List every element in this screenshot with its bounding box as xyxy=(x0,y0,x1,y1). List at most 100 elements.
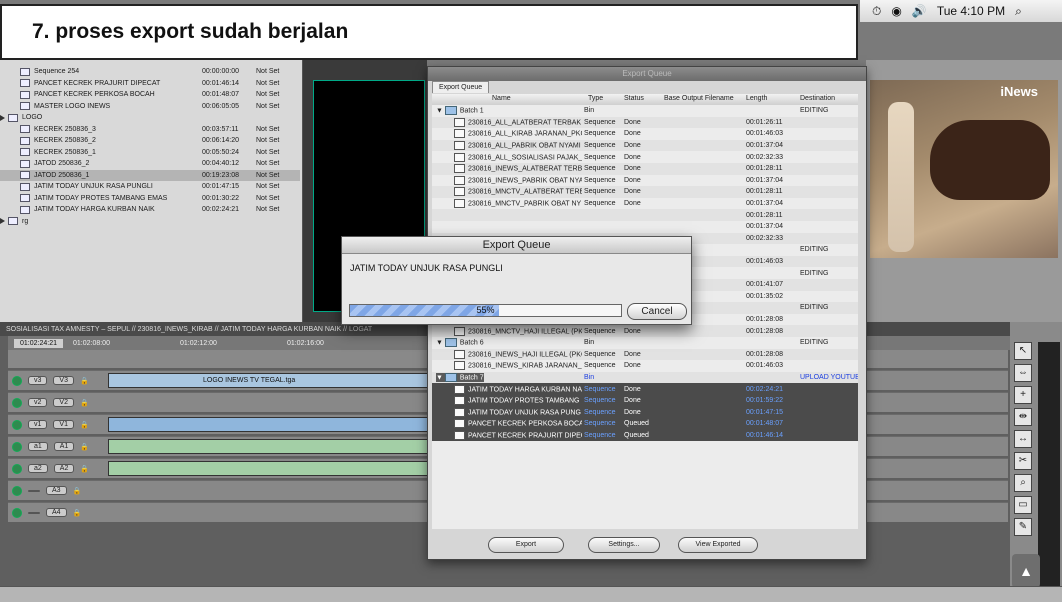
queue-row[interactable]: PANCET KECREK PERKOSA BOCAH Sequence Queue… xyxy=(432,418,858,430)
pen-tool-icon[interactable]: ✎ xyxy=(1014,518,1032,536)
audio-clip[interactable] xyxy=(108,461,428,476)
settings-button[interactable]: Settings... xyxy=(588,537,660,553)
disclosure-triangle-icon[interactable]: ▼ xyxy=(436,108,445,115)
queue-row[interactable]: 230816_MNCTV_PABRIK OBAT NY Sequence Done 0… xyxy=(432,198,858,210)
track-visibility-icon[interactable] xyxy=(12,375,22,386)
track-select-tool-icon[interactable]: + xyxy=(1014,386,1032,404)
browser-item[interactable]: PANCET KECREK PRAJURIT DIPECAT 00:01:46:1… xyxy=(0,78,300,90)
lock-icon[interactable]: 🔒 xyxy=(80,421,89,429)
batch-row[interactable]: ▼ Batch 7 Bin UPLOAD YOUTUB xyxy=(432,371,858,384)
queue-row[interactable]: 00:01:28:11 xyxy=(432,209,858,221)
edit-select-tool-icon[interactable]: ⇔ xyxy=(1014,364,1032,382)
dest-track-button[interactable]: V2 xyxy=(53,398,74,407)
batch-row[interactable]: ▼ Batch 6 Bin EDITING xyxy=(432,337,858,349)
queue-row[interactable]: 230816_INEWS_ALATBERAT TERB Sequence Done 0… xyxy=(432,163,858,175)
source-track-button[interactable] xyxy=(28,489,40,492)
lock-icon[interactable]: 🔒 xyxy=(73,487,82,495)
dest-track-button[interactable]: A2 xyxy=(53,464,75,473)
dest-track-button[interactable]: V1 xyxy=(53,420,74,429)
browser-item[interactable]: JATIM TODAY HARGA KURBAN NAIK 00:02:24:21… xyxy=(0,204,300,216)
browser-item[interactable]: LOGO xyxy=(0,112,300,124)
browser-item[interactable]: KECREK 250836_3 00:03:57:11 Not Set xyxy=(0,124,300,136)
lock-icon[interactable]: 🔒 xyxy=(80,465,89,473)
browser-item[interactable]: JATIM TODAY PROTES TAMBANG EMAS 00:01:30:… xyxy=(0,193,300,205)
browser-item[interactable]: JATOD 250836_1 00:19:23:08 Not Set xyxy=(0,169,300,181)
col-destination[interactable]: Destination xyxy=(800,95,835,102)
disclosure-triangle-icon[interactable]: ▼ xyxy=(436,340,445,347)
source-track-button[interactable] xyxy=(28,511,40,514)
tab-export-queue[interactable]: Export Queue xyxy=(432,81,490,93)
browser-item[interactable]: KECREK 250836_1 00:05:50:24 Not Set xyxy=(0,147,300,159)
cancel-button[interactable]: Cancel xyxy=(627,303,687,320)
source-track-button[interactable]: v2 xyxy=(28,398,48,407)
spotlight-search-icon[interactable]: ⌕ xyxy=(1015,4,1022,19)
batch-row[interactable]: ▼ Batch 1 Bin EDITING xyxy=(432,105,858,117)
track-visibility-icon[interactable] xyxy=(12,485,22,496)
source-track-button[interactable]: v1 xyxy=(28,420,48,429)
queue-row[interactable]: JATIM TODAY UNJUK RASA PUNG Sequence Done 0… xyxy=(432,406,858,419)
queue-row[interactable]: PANCET KECREK PRAJURIT DIPECA Sequence Que… xyxy=(432,429,858,442)
video-clip[interactable] xyxy=(108,417,428,432)
queue-row[interactable]: JATIM TODAY HARGA KURBAN NA Sequence Done 0… xyxy=(432,383,858,395)
logo-clip[interactable]: LOGO INEWS TV TEGAL.tga xyxy=(108,373,428,388)
wifi-icon[interactable]: ◉ xyxy=(891,4,901,18)
queue-row[interactable]: 230816_INEWS_HAJI ILLEGAL (PKC Sequence Do… xyxy=(432,348,858,361)
zoom-tool-icon[interactable]: ⌕ xyxy=(1014,474,1032,492)
browser-item[interactable]: MASTER LOGO INEWS 00:06:05:05 Not Set xyxy=(0,101,300,113)
queue-row[interactable]: 230816_ALL_SOSIALISASI PAJAK_E Sequence Do… xyxy=(432,151,858,163)
browser-item[interactable]: Sequence 254 00:00:00:00 Not Set xyxy=(0,66,300,78)
col-status[interactable]: Status xyxy=(624,95,644,102)
export-button[interactable]: Export xyxy=(488,537,564,553)
audio-clip[interactable] xyxy=(108,439,428,454)
track-visibility-icon[interactable] xyxy=(12,419,22,430)
track-visibility-icon[interactable] xyxy=(12,441,22,452)
track-visibility-icon[interactable] xyxy=(12,463,22,474)
lock-icon[interactable]: 🔒 xyxy=(73,509,82,517)
lock-icon[interactable]: 🔒 xyxy=(80,377,89,385)
col-length[interactable]: Length xyxy=(746,95,767,102)
razor-tool-icon[interactable]: ✂ xyxy=(1014,452,1032,470)
dest-track-button[interactable]: V3 xyxy=(53,376,74,385)
export-queue-titlebar[interactable]: Export Queue xyxy=(428,67,866,81)
slip-tool-icon[interactable]: ↔ xyxy=(1014,430,1032,448)
col-name[interactable]: Name xyxy=(492,95,511,102)
volume-icon[interactable]: 🔊 xyxy=(912,4,927,18)
disclosure-triangle-icon[interactable] xyxy=(0,114,5,121)
queue-row[interactable]: 230816_MNCTV_ALATBERAT TERE Sequence Done 0… xyxy=(432,186,858,198)
source-track-button[interactable]: a2 xyxy=(28,464,48,473)
crop-tool-icon[interactable]: ▭ xyxy=(1014,496,1032,514)
disclosure-triangle-icon[interactable]: ▼ xyxy=(436,374,445,381)
source-track-button[interactable]: v3 xyxy=(28,376,48,385)
queue-row[interactable]: 00:01:37:04 xyxy=(432,221,858,233)
roll-tool-icon[interactable]: ⇹ xyxy=(1014,408,1032,426)
time-machine-icon[interactable]: ⏱ xyxy=(872,4,881,19)
selection-tool-icon[interactable]: ↖ xyxy=(1014,342,1032,360)
track-visibility-icon[interactable] xyxy=(12,507,22,518)
col-type[interactable]: Type xyxy=(588,95,603,102)
queue-row[interactable]: JATIM TODAY PROTES TAMBANG Sequence Done 00… xyxy=(432,395,858,407)
scroll-up-icon[interactable]: ▲ xyxy=(1012,554,1040,588)
browser-item[interactable]: rg xyxy=(0,216,300,228)
browser-item[interactable]: JATIM TODAY UNJUK RASA PUNGLI 00:01:47:15… xyxy=(0,181,300,193)
dest-track-button[interactable]: A1 xyxy=(53,442,75,451)
browser-item[interactable]: KECREK 250836_2 00:06:14:20 Not Set xyxy=(0,135,300,147)
queue-row[interactable]: 230816_INEWS_KIRAB JARANAN_F Sequence Done… xyxy=(432,360,858,372)
queue-row[interactable]: 230816_ALL_ALATBERAT TERBAK Sequence Done 0… xyxy=(432,116,858,129)
timecode-display[interactable]: 01:02:24:21 xyxy=(14,338,63,348)
disclosure-triangle-icon[interactable] xyxy=(0,218,5,225)
view-exported-button[interactable]: View Exported xyxy=(678,537,758,553)
queue-row[interactable]: 230816_MNCTV_HAJI ILLEGAL (PK Sequence Don… xyxy=(432,325,858,337)
dest-track-button[interactable]: A3 xyxy=(46,486,67,495)
menubar-clock[interactable]: Tue 4:10 PM xyxy=(937,4,1005,18)
source-track-button[interactable]: a1 xyxy=(28,442,48,451)
browser-item[interactable]: JATOD 250836_2 00:04:40:12 Not Set xyxy=(0,158,300,170)
track-visibility-icon[interactable] xyxy=(12,397,22,408)
queue-row[interactable]: 230816_ALL_PABRIK OBAT NYAMI Sequence Done… xyxy=(432,139,858,152)
dest-track-button[interactable]: A4 xyxy=(46,508,67,517)
col-base-output[interactable]: Base Output Filename xyxy=(664,95,734,102)
queue-row[interactable]: 230816_ALL_KIRAB JARANAN_PKC Sequence Done… xyxy=(432,128,858,140)
lock-icon[interactable]: 🔒 xyxy=(80,399,89,407)
browser-item[interactable]: PANCET KECREK PERKOSA BOCAH 00:01:48:07 No… xyxy=(0,89,300,101)
queue-row[interactable]: 230816_INEWS_PABRIK OBAT NYA Sequence Done… xyxy=(432,175,858,187)
timeline-scrollbar[interactable] xyxy=(0,586,1062,602)
